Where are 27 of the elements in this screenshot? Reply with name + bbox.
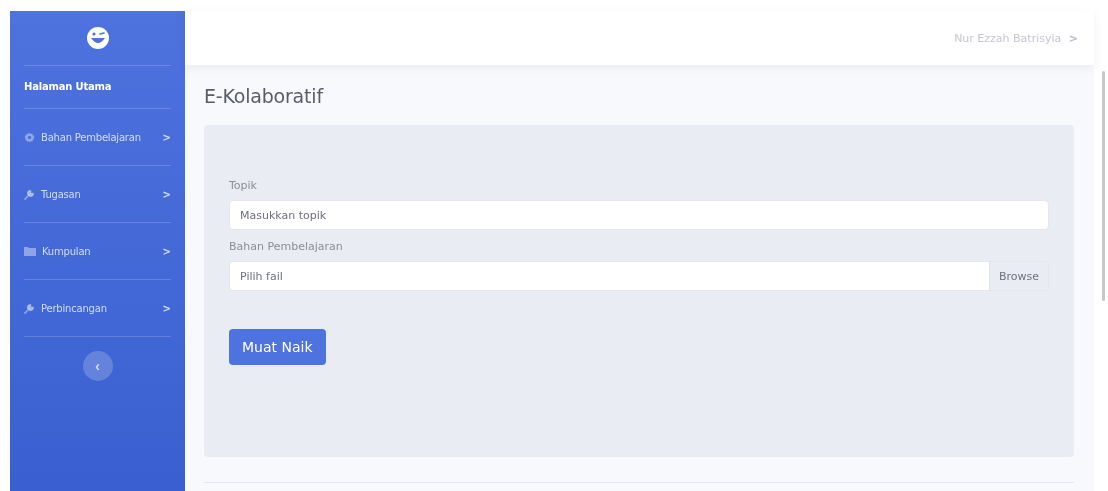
chevron-icon: > bbox=[162, 187, 171, 201]
home-link[interactable]: Halaman Utama bbox=[24, 66, 171, 108]
field-label: Bahan Pembelajaran bbox=[229, 240, 344, 253]
collapse-button[interactable]: ‹ bbox=[82, 351, 113, 381]
wrench-icon bbox=[24, 188, 35, 200]
topic-field[interactable]: Masukkan topik bbox=[229, 200, 1049, 230]
file-field[interactable]: Pilih fail Browse bbox=[229, 261, 1049, 291]
upload-button[interactable]: Muat Naik bbox=[229, 329, 326, 365]
page-title: E-Kolaboratif bbox=[204, 85, 325, 107]
sidebar-item-label: Kumpulan bbox=[42, 245, 92, 257]
chevron-icon: > bbox=[162, 301, 171, 315]
sidebar-item-label: Perbincangan bbox=[41, 302, 108, 314]
sidebar-item[interactable]: Kumpulan > bbox=[24, 223, 171, 279]
sidebar-item[interactable]: Perbincangan > bbox=[24, 280, 171, 336]
folder-icon bbox=[24, 246, 36, 256]
gear-icon bbox=[24, 131, 35, 143]
field-label: Topik bbox=[229, 179, 258, 192]
sidebar-item[interactable]: Tugasan > bbox=[24, 166, 171, 222]
laughing-face-icon[interactable] bbox=[85, 26, 110, 50]
sidebar-item-label: Tugasan bbox=[41, 188, 82, 200]
sidebar-item[interactable]: Bahan Pembelajaran > bbox=[24, 109, 171, 165]
chevron-icon: > bbox=[162, 244, 171, 258]
chevron-icon: > bbox=[162, 130, 171, 144]
user-menu[interactable]: Nur Ezzah Batrisyia > bbox=[954, 31, 1078, 45]
sidebar-item-label: Bahan Pembelajaran bbox=[41, 131, 142, 143]
wrench-icon bbox=[24, 302, 35, 314]
scrollbar[interactable] bbox=[1102, 71, 1105, 301]
